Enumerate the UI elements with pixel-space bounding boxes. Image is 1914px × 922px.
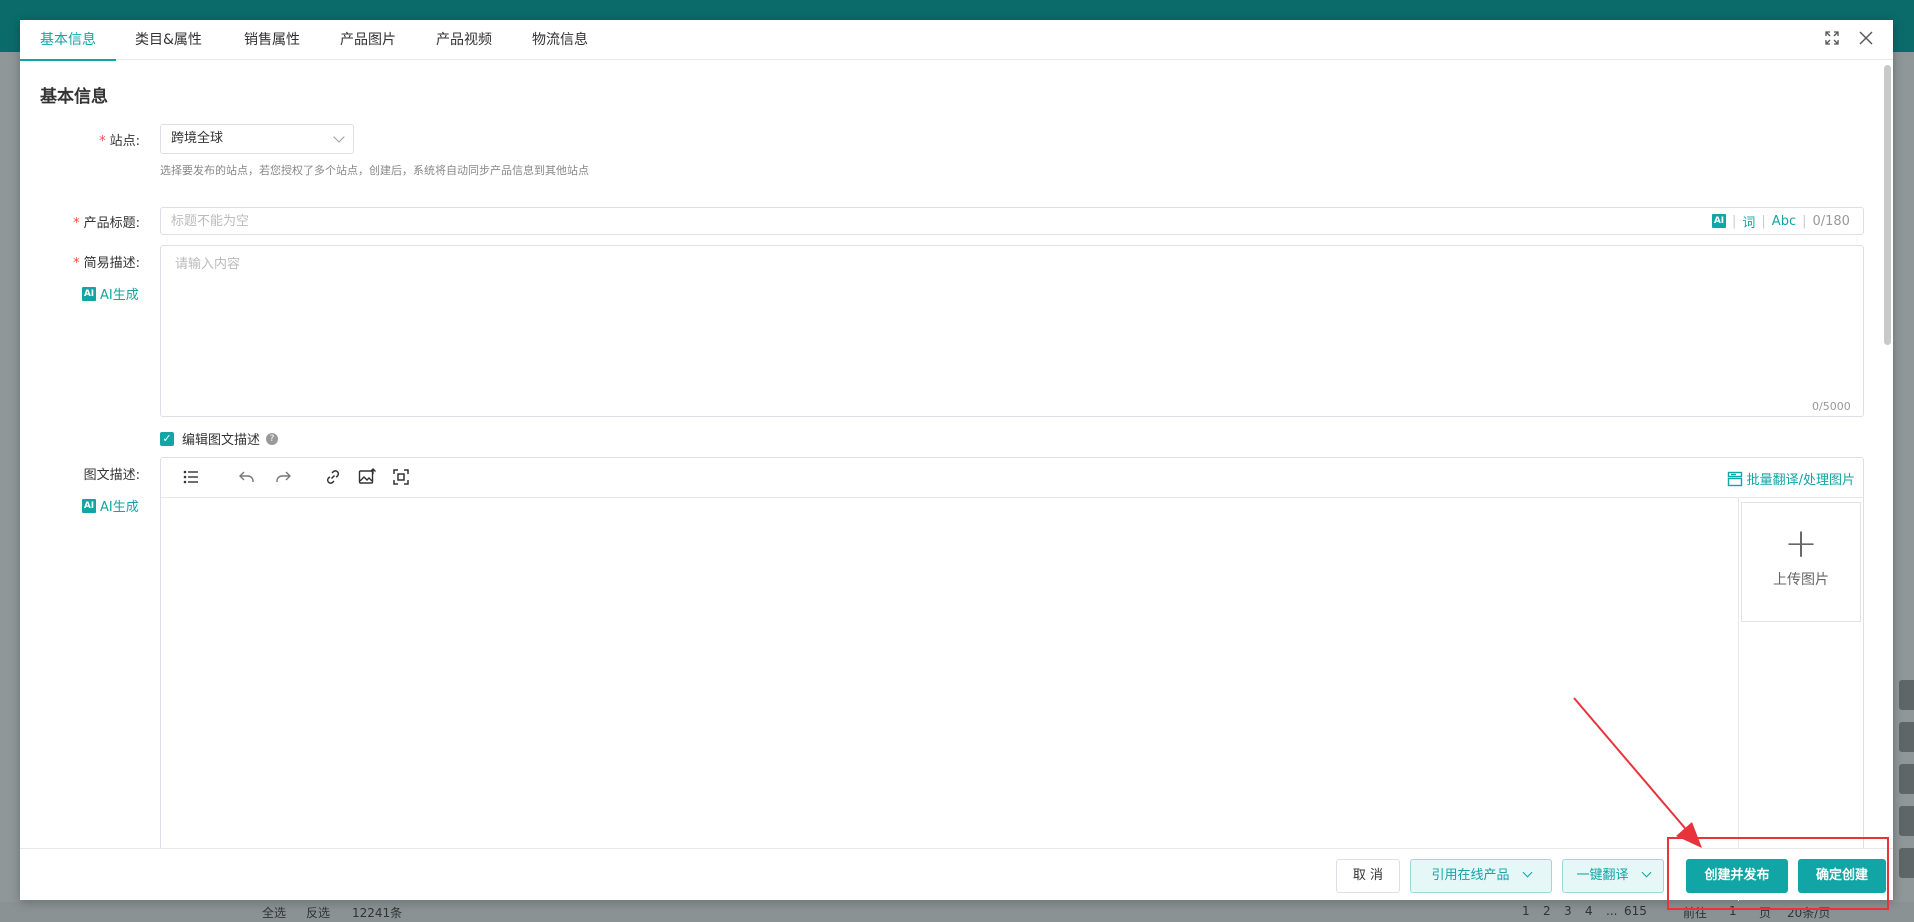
background-right-column [1895, 52, 1914, 922]
background-side-tab [1899, 806, 1914, 836]
case-format-button[interactable]: Abc [1772, 214, 1796, 229]
background-page-4: 4 [1585, 904, 1593, 918]
quote-online-product-button[interactable]: 引用在线产品 [1410, 859, 1552, 893]
chevron-down-icon [1522, 867, 1532, 878]
editor-toolbar: 批量翻译/处理图片 [161, 458, 1863, 498]
one-click-translate-button[interactable]: 一键翻译 [1562, 859, 1664, 893]
product-title-input[interactable] [160, 207, 1864, 235]
site-hint: 选择要发布的站点，若您授权了多个站点，创建后，系统将自动同步产品信息到其他站点 [160, 164, 589, 177]
site-label: * 站点: [99, 134, 140, 149]
tab-basic-info[interactable]: 基本信息 [20, 20, 116, 61]
bullet-list-icon[interactable] [181, 468, 201, 488]
rich-desc-toggle[interactable]: ✓ 编辑图文描述 ? [160, 429, 279, 448]
vertical-scrollbar[interactable] [1884, 65, 1891, 345]
background-page-3: 3 [1564, 904, 1572, 918]
divider: | [1761, 213, 1766, 229]
batch-translate-link[interactable]: 批量翻译/处理图片 [1727, 469, 1855, 488]
create-product-modal: 基本信息 类目&属性 销售属性 产品图片 产品视频 物流信息 基本信息 * 站点:… [20, 20, 1893, 901]
site-select-value: 跨境全球 [171, 131, 224, 146]
short-desc-ai-generate[interactable]: AI AI生成 [82, 284, 139, 303]
short-desc-textarea[interactable] [160, 245, 1864, 417]
background-select-all: 全选 [262, 906, 287, 920]
background-side-tab [1899, 680, 1914, 710]
redo-icon[interactable] [273, 468, 293, 488]
background-page-2: 2 [1543, 904, 1551, 918]
background-footer: 全选 反选 12241条 1 2 3 4 ... 615 前往 1 页 20条/… [0, 902, 1914, 922]
upload-image-button[interactable]: + 上传图片 [1741, 502, 1861, 622]
background-total-count: 12241条 [352, 906, 403, 920]
tab-logistics-info[interactable]: 物流信息 [532, 20, 588, 60]
background-side-tab [1899, 764, 1914, 794]
ai-generate-label: AI生成 [100, 288, 139, 303]
one-click-translate-label: 一键翻译 [1576, 868, 1629, 883]
section-title: 基本信息 [40, 87, 108, 107]
batch-translate-label: 批量翻译/处理图片 [1746, 473, 1855, 488]
tab-sales-attributes[interactable]: 销售属性 [244, 20, 300, 60]
image-list-icon [1727, 471, 1742, 486]
rich-desc-toggle-label: 编辑图文描述 [182, 433, 261, 448]
plus-icon: + [1784, 521, 1818, 567]
fullscreen-icon[interactable] [391, 468, 411, 488]
background-side-tab [1899, 848, 1914, 878]
ai-icon: AI [82, 498, 96, 513]
background-invert-select: 反选 [306, 906, 331, 920]
background-page-ellipsis: ... [1606, 904, 1618, 918]
chevron-down-icon [333, 131, 345, 143]
site-select[interactable]: 跨境全球 [160, 124, 354, 154]
expand-icon[interactable] [1822, 30, 1842, 50]
divider: | [1802, 213, 1807, 229]
ai-icon: AI [82, 286, 96, 301]
tab-product-images[interactable]: 产品图片 [340, 20, 396, 60]
ai-generate-label: AI生成 [100, 500, 139, 515]
rich-desc-ai-generate[interactable]: AI AI生成 [82, 496, 139, 515]
product-title-label: * 产品标题: [73, 216, 140, 231]
background-left-column [0, 52, 20, 922]
short-desc-char-count: 0/5000 [1812, 400, 1851, 413]
background-page-1: 1 [1522, 904, 1530, 918]
rich-desc-label: 图文描述: [83, 468, 140, 483]
quote-online-product-label: 引用在线产品 [1431, 868, 1510, 883]
keyword-button[interactable]: 词 [1742, 212, 1755, 231]
divider: | [1732, 213, 1737, 229]
tab-category-attributes[interactable]: 类目&属性 [135, 20, 202, 60]
checkbox-checked-icon[interactable]: ✓ [160, 431, 174, 446]
rich-text-editor: 批量翻译/处理图片 + 上传图片 [160, 457, 1864, 901]
background-side-tab [1899, 722, 1914, 752]
short-desc-label: * 简易描述: [73, 256, 140, 271]
help-icon[interactable]: ? [266, 432, 279, 445]
cancel-button[interactable]: 取 消 [1336, 859, 1400, 893]
tab-product-video[interactable]: 产品视频 [436, 20, 492, 60]
chevron-down-icon [1641, 867, 1651, 878]
upload-image-label: 上传图片 [1773, 572, 1829, 588]
close-icon[interactable] [1856, 30, 1876, 50]
link-icon[interactable] [323, 468, 343, 488]
annotation-highlight-box [1667, 837, 1889, 910]
title-tools: AI | 词 | Abc | 0/180 [1712, 212, 1850, 231]
undo-icon[interactable] [237, 468, 257, 488]
insert-image-icon[interactable] [357, 468, 377, 488]
ai-title-button[interactable]: AI [1712, 214, 1726, 228]
background-page-last: 615 [1624, 904, 1647, 918]
modal-footer: 取 消 引用在线产品 一键翻译 创建并发布 确定创建 [20, 848, 1893, 900]
modal-tabs: 基本信息 类目&属性 销售属性 产品图片 产品视频 物流信息 [20, 20, 1893, 61]
title-char-count: 0/180 [1812, 213, 1850, 229]
